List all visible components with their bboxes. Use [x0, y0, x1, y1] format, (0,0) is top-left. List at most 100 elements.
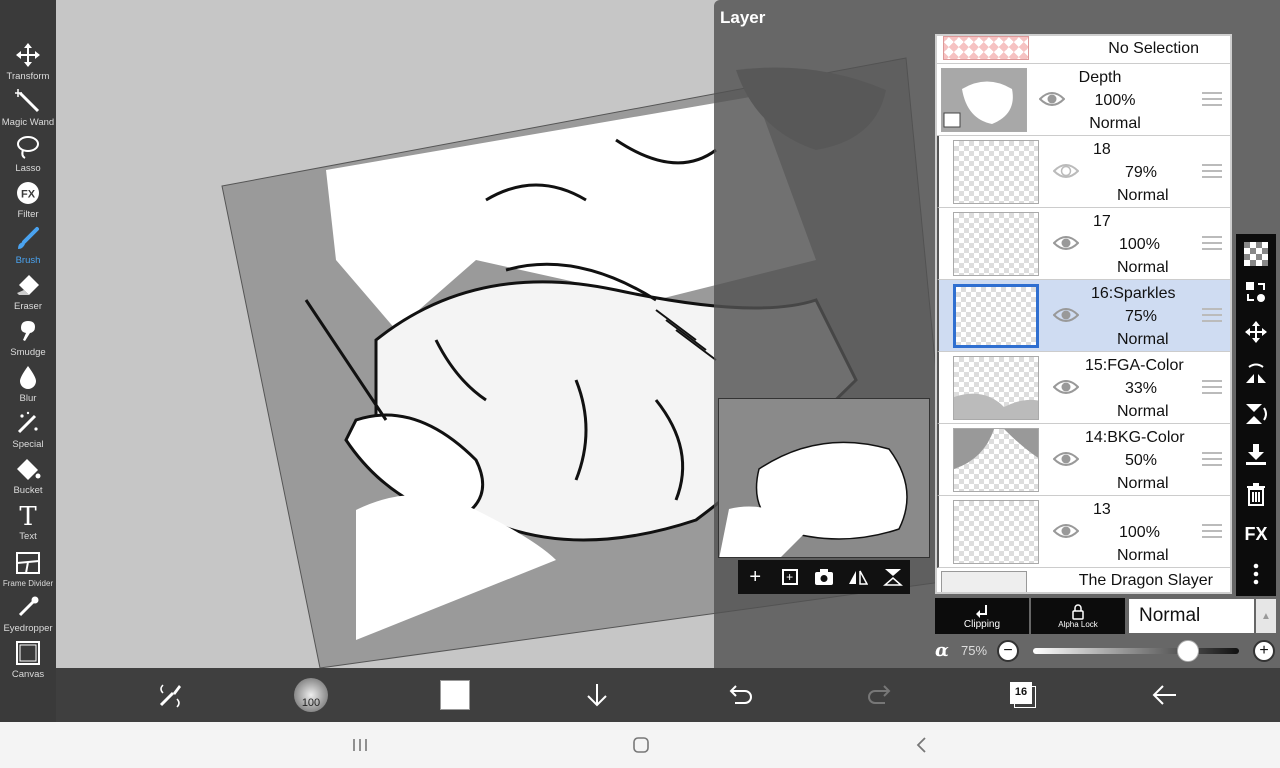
- drag-handle-icon[interactable]: [1202, 524, 1222, 538]
- opacity-decrease-button[interactable]: −: [997, 640, 1019, 662]
- magic-wand-icon: [15, 89, 40, 113]
- tool-filter[interactable]: FX Filter: [0, 176, 56, 222]
- smudge-icon: [21, 321, 35, 341]
- drag-handle-icon[interactable]: [1202, 452, 1222, 466]
- transparency-button[interactable]: [1242, 240, 1270, 268]
- drag-handle-icon[interactable]: [1202, 380, 1222, 394]
- blur-icon: [20, 366, 36, 389]
- layer-panel-title: Layer: [720, 8, 766, 27]
- opacity-slider[interactable]: [1033, 640, 1239, 662]
- layer-thumbnail: [953, 500, 1039, 564]
- layer-row-18[interactable]: 18 79% Normal: [937, 136, 1230, 208]
- layer-blend-mode: Normal: [1117, 403, 1169, 420]
- tool-transform[interactable]: Transform: [0, 38, 56, 84]
- chevron-left-icon: [916, 737, 926, 753]
- opacity-slider-knob[interactable]: [1176, 640, 1199, 662]
- system-back-button[interactable]: [910, 734, 934, 756]
- folder-name: The Dragon Slayer: [1078, 572, 1213, 589]
- tool-eraser[interactable]: Eraser: [0, 268, 56, 314]
- clipping-button[interactable]: Clipping: [935, 598, 1029, 634]
- special-icon: [17, 411, 38, 434]
- more-vertical-icon: [1253, 563, 1259, 585]
- tool-label: Brush: [15, 255, 41, 266]
- tool-sidebar: Transform Magic Wand Lasso FX Filter Bru…: [0, 0, 56, 722]
- bucket-icon: [17, 459, 41, 480]
- tool-blur[interactable]: Blur: [0, 360, 56, 406]
- merge-down-button[interactable]: [1242, 440, 1270, 468]
- swap-tool-button[interactable]: [154, 678, 188, 712]
- opacity-increase-button[interactable]: +: [1253, 640, 1275, 662]
- back-button[interactable]: [1148, 678, 1182, 712]
- swap-layer-button[interactable]: [1242, 278, 1270, 306]
- tool-smudge[interactable]: Smudge: [0, 314, 56, 360]
- drag-handle-icon[interactable]: [1202, 308, 1222, 322]
- layer-fx-button[interactable]: FX: [1242, 520, 1270, 548]
- tool-label: Special: [12, 439, 44, 450]
- blend-mode-select[interactable]: Normal: [1129, 599, 1254, 633]
- alpha-lock-label: Alpha Lock: [1058, 619, 1098, 629]
- layer-opacity: 100%: [1094, 92, 1136, 109]
- flip-vertical-button[interactable]: [879, 563, 907, 591]
- eyedropper-icon: [18, 596, 39, 617]
- layer-row-dragon-slayer-folder[interactable]: The Dragon Slayer: [937, 568, 1230, 592]
- tool-special[interactable]: Special: [0, 406, 56, 452]
- home-button[interactable]: [629, 734, 653, 756]
- flip-vertical-icon: [882, 569, 903, 586]
- canvas-icon: [16, 641, 40, 665]
- layer-info: 16:Sparkles 75% Normal: [1069, 282, 1219, 351]
- fx-label: FX: [1244, 523, 1268, 544]
- tool-label: Eyedropper: [3, 623, 53, 634]
- text-icon: T: [19, 502, 37, 528]
- layer-name: 17: [1093, 213, 1111, 230]
- tool-canvas[interactable]: Canvas: [0, 636, 56, 682]
- layer-info: 13 100% Normal: [1069, 498, 1219, 567]
- arrow-down-icon: [587, 684, 607, 707]
- drag-handle-icon[interactable]: [1202, 164, 1222, 178]
- blend-mode-dropdown-button[interactable]: ▲: [1256, 599, 1276, 633]
- drag-handle-icon[interactable]: [1202, 236, 1222, 250]
- trash-icon: [1247, 483, 1265, 506]
- layer-list[interactable]: No Selection Depth 100% Normal 18 79% No…: [935, 34, 1232, 594]
- tool-bucket[interactable]: Bucket: [0, 452, 56, 498]
- tool-frame-divider[interactable]: Frame Divider: [0, 544, 56, 590]
- download-button[interactable]: [580, 678, 614, 712]
- add-special-layer-button[interactable]: +: [776, 563, 804, 591]
- layers-button[interactable]: 16: [1006, 678, 1040, 712]
- layer-row-no-selection[interactable]: No Selection: [937, 36, 1230, 64]
- flip-vertical-layer-button[interactable]: [1242, 400, 1270, 428]
- layer-row-13[interactable]: 13 100% Normal: [937, 496, 1230, 568]
- drag-handle-icon[interactable]: [1202, 92, 1222, 106]
- layer-row-bkg-color[interactable]: 14:BKG-Color 50% Normal: [937, 424, 1230, 496]
- delete-layer-button[interactable]: [1242, 480, 1270, 508]
- color-picker-button[interactable]: [438, 678, 472, 712]
- recent-apps-button[interactable]: [348, 734, 372, 756]
- import-photo-button[interactable]: [810, 563, 838, 591]
- lasso-icon: [17, 136, 39, 159]
- camera-icon: [814, 569, 833, 585]
- tool-label: Transform: [6, 71, 50, 82]
- tool-magic-wand[interactable]: Magic Wand: [0, 84, 56, 130]
- more-options-button[interactable]: [1242, 560, 1270, 588]
- alpha-symbol: α: [935, 640, 949, 661]
- add-layer-button[interactable]: +: [741, 563, 769, 591]
- alpha-lock-button[interactable]: Alpha Lock: [1031, 598, 1125, 634]
- tool-brush[interactable]: Brush: [0, 222, 56, 268]
- tool-text[interactable]: T Text: [0, 498, 56, 544]
- tool-eyedropper[interactable]: Eyedropper: [0, 590, 56, 636]
- tool-lasso[interactable]: Lasso: [0, 130, 56, 176]
- layer-row-depth[interactable]: Depth 100% Normal: [937, 64, 1230, 136]
- svg-text:T: T: [19, 502, 37, 528]
- brush-size-button[interactable]: 100: [294, 678, 328, 712]
- layer-name: 16:Sparkles: [1091, 285, 1176, 302]
- layer-row-17[interactable]: 17 100% Normal: [937, 208, 1230, 280]
- layer-row-fga-color[interactable]: 15:FGA-Color 33% Normal: [937, 352, 1230, 424]
- layer-row-sparkles[interactable]: 16:Sparkles 75% Normal: [937, 280, 1230, 352]
- undo-icon: [729, 685, 752, 704]
- flip-horizontal-button[interactable]: [844, 563, 872, 591]
- move-layer-button[interactable]: [1242, 318, 1270, 346]
- redo-button[interactable]: [864, 678, 898, 712]
- flip-horizontal-layer-button[interactable]: [1242, 360, 1270, 388]
- layers-icon: 16: [1010, 682, 1036, 708]
- layer-opacity: 79%: [1125, 164, 1158, 181]
- undo-button[interactable]: [722, 678, 756, 712]
